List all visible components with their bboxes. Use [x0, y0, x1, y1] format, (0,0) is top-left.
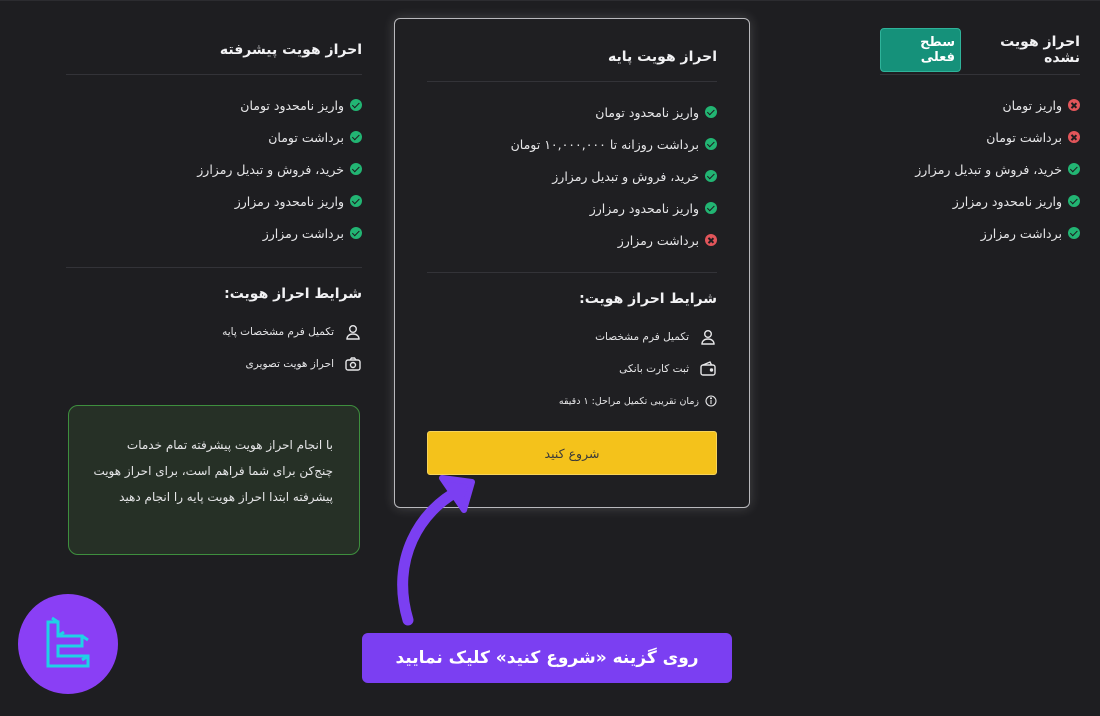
feature-label: برداشت رمزارز [980, 225, 1062, 241]
wallet-icon [700, 361, 716, 376]
feature-item: واریز نامحدود رمزارز [427, 192, 717, 224]
feature-item: واریز تومان [880, 89, 1080, 121]
divider [427, 272, 717, 273]
divider [66, 74, 362, 75]
feature-label: واریز نامحدود رمزارز [952, 193, 1062, 209]
check-icon [350, 99, 362, 111]
feature-item: واریز نامحدود تومان [66, 89, 362, 121]
conditions-title: شرایط احراز هویت: [224, 286, 362, 302]
feature-label: خرید، فروش و تبدیل رمزارز [552, 168, 699, 184]
feature-item: واریز نامحدود رمزارز [66, 185, 362, 217]
divider [880, 74, 1080, 75]
feature-label: برداشت تومان [268, 129, 344, 145]
logo-icon [46, 616, 90, 668]
level-unverified-title: احراز هویت نشده [1000, 34, 1080, 66]
feature-item: واریز نامحدود تومان [427, 96, 717, 128]
check-icon [1068, 227, 1080, 239]
feature-label: واریز نامحدود تومان [595, 104, 699, 120]
feature-item: واریز نامحدود رمزارز [880, 185, 1080, 217]
advanced-note: با انجام احراز هویت پیشرفته تمام خدمات چ… [68, 405, 360, 555]
divider [66, 267, 362, 268]
check-icon [705, 138, 717, 150]
level-basic-card: احراز هویت پایه واریز نامحدود تومان برداش… [394, 18, 750, 508]
feature-label: خرید، فروش و تبدیل رمزارز [915, 161, 1062, 177]
divider [427, 81, 717, 82]
conditions-title: شرایط احراز هویت: [579, 291, 717, 307]
check-icon [350, 227, 362, 239]
check-icon [1068, 195, 1080, 207]
feature-label: برداشت تومان [986, 129, 1062, 145]
feature-list: واریز نامحدود تومان برداشت تومان خرید، فرو… [66, 89, 362, 249]
feature-label: واریز تومان [1002, 97, 1062, 113]
level-unverified-header: احراز هویت نشده سطح فعلی [880, 28, 1080, 72]
cross-icon [705, 234, 717, 246]
condition-label: ثبت کارت بانکی [619, 363, 689, 375]
feature-item: خرید، فروش و تبدیل رمزارز [880, 153, 1080, 185]
feature-item: برداشت رمزارز [66, 217, 362, 249]
feature-item: برداشت تومان [66, 121, 362, 153]
condition-item: ثبت کارت بانکی [427, 353, 717, 385]
current-level-badge: سطح فعلی [880, 28, 961, 72]
user-icon [346, 325, 360, 340]
curved-arrow-icon [397, 475, 475, 626]
check-icon [1068, 163, 1080, 175]
check-icon [705, 106, 717, 118]
feature-list: واریز نامحدود تومان برداشت روزانه تا ۱۰,۰… [427, 96, 717, 256]
feature-label: برداشت رمزارز [262, 225, 344, 241]
start-button[interactable]: شروع کنید [427, 431, 717, 475]
condition-label: احراز هویت تصویری [245, 358, 334, 370]
condition-label: تکمیل فرم مشخصات [595, 331, 689, 343]
instruction-callout: روی گزینه «شروع کنید» کلیک نمایید [362, 633, 732, 683]
feature-item: خرید، فروش و تبدیل رمزارز [66, 153, 362, 185]
condition-item: تکمیل فرم مشخصات پایه [66, 316, 362, 348]
feature-label: برداشت روزانه تا ۱۰,۰۰۰,۰۰۰ تومان [510, 136, 699, 152]
top-divider [0, 0, 1100, 3]
check-icon [705, 170, 717, 182]
feature-item: خرید، فروش و تبدیل رمزارز [427, 160, 717, 192]
feature-label: واریز نامحدود رمزارز [589, 200, 699, 216]
feature-label: برداشت رمزارز [617, 232, 699, 248]
condition-item: احراز هویت تصویری [66, 348, 362, 380]
brand-logo [18, 594, 118, 694]
feature-item: برداشت روزانه تا ۱۰,۰۰۰,۰۰۰ تومان [427, 128, 717, 160]
user-icon [701, 330, 715, 345]
feature-label: واریز نامحدود رمزارز [234, 193, 344, 209]
check-icon [705, 202, 717, 214]
time-estimate: زمان تقریبی تکمیل مراحل: ۱ دقیقه [427, 385, 717, 417]
feature-label: خرید، فروش و تبدیل رمزارز [197, 161, 344, 177]
feature-item: برداشت رمزارز [880, 217, 1080, 249]
level-unverified-column: احراز هویت نشده سطح فعلی واریز تومان بردا… [880, 28, 1080, 249]
level-advanced-column: احراز هویت پیشرفته واریز نامحدود تومان بر… [66, 30, 362, 380]
feature-item: برداشت رمزارز [427, 224, 717, 256]
condition-label: تکمیل فرم مشخصات پایه [222, 326, 334, 338]
camera-icon [345, 357, 361, 371]
info-icon [705, 395, 717, 407]
feature-list: واریز تومان برداشت تومان خرید، فروش و تبدی… [880, 89, 1080, 249]
level-basic-title: احراز هویت پایه [607, 49, 717, 65]
condition-item: تکمیل فرم مشخصات [427, 321, 717, 353]
cross-icon [1068, 99, 1080, 111]
check-icon [350, 163, 362, 175]
check-icon [350, 195, 362, 207]
level-advanced-title: احراز هویت پیشرفته [219, 42, 362, 58]
time-estimate-label: زمان تقریبی تکمیل مراحل: ۱ دقیقه [558, 395, 699, 407]
feature-label: واریز نامحدود تومان [240, 97, 344, 113]
feature-item: برداشت تومان [880, 121, 1080, 153]
cross-icon [1068, 131, 1080, 143]
check-icon [350, 131, 362, 143]
